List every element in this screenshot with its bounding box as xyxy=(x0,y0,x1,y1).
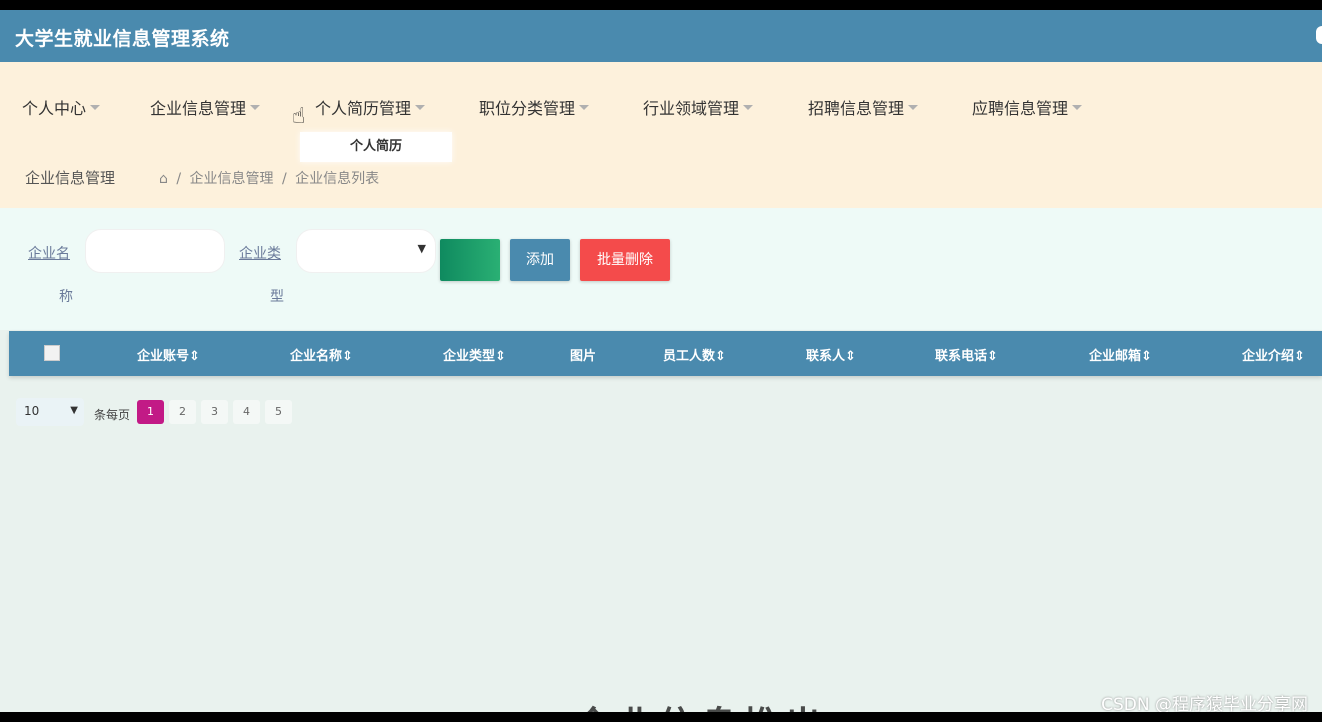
nav-item-industry[interactable]: 行业领域管理 xyxy=(643,95,754,119)
sort-icon: ⇕ xyxy=(715,349,726,364)
column-company-name[interactable]: 企业名称⇕ xyxy=(290,345,353,364)
column-email[interactable]: 企业邮箱⇕ xyxy=(1089,345,1152,364)
sort-icon: ⇕ xyxy=(1294,349,1305,364)
caret-down-icon xyxy=(90,105,101,110)
sort-icon: ⇕ xyxy=(189,349,200,364)
column-image: 图片 xyxy=(570,349,597,364)
dropdown-item-resume[interactable]: 个人简历 xyxy=(300,132,452,162)
nav-item-label: 职位分类管理 xyxy=(479,99,576,118)
page-button-1[interactable]: 1 xyxy=(137,400,164,424)
column-company-account[interactable]: 企业账号⇕ xyxy=(137,345,200,364)
nav-item-label: 应聘信息管理 xyxy=(972,99,1069,118)
table-header: 企业账号⇕ 企业名称⇕ 企业类型⇕ 图片 员工人数⇕ 联系人⇕ 联系电话⇕ 企业… xyxy=(9,331,1322,376)
company-type-label: 企业类 xyxy=(239,246,281,262)
nav-item-company-info[interactable]: 企业信息管理 xyxy=(150,95,261,119)
nav-item-job-category[interactable]: 职位分类管理 xyxy=(479,95,590,119)
company-name-input[interactable] xyxy=(85,229,225,273)
page-button-5[interactable]: 5 xyxy=(265,400,292,424)
user-icon[interactable] xyxy=(1316,26,1322,44)
batch-delete-button[interactable]: 批量删除 xyxy=(580,239,670,281)
page-button-4[interactable]: 4 xyxy=(233,400,260,424)
select-all-checkbox[interactable] xyxy=(44,345,60,361)
chevron-down-icon: ▼ xyxy=(417,242,426,255)
home-icon[interactable]: ⌂ xyxy=(159,171,168,187)
per-page-label: 条每页 xyxy=(94,408,131,422)
nav-item-label: 企业信息管理 xyxy=(150,99,247,118)
caret-down-icon xyxy=(1072,105,1083,110)
nav-item-personal-center[interactable]: 个人中心 xyxy=(22,95,101,119)
search-button[interactable] xyxy=(440,239,500,281)
app-title: 大学生就业信息管理系统 xyxy=(15,28,230,50)
caret-down-icon xyxy=(908,105,919,110)
hand-cursor-icon: ☝ xyxy=(292,104,306,129)
sort-icon: ⇕ xyxy=(987,349,998,364)
sort-icon: ⇕ xyxy=(1141,349,1152,364)
page-button-3[interactable]: 3 xyxy=(201,400,228,424)
company-type-label-cont: 型 xyxy=(270,289,284,305)
nav-item-label: 行业领域管理 xyxy=(643,99,740,118)
column-employee-count[interactable]: 员工人数⇕ xyxy=(663,345,726,364)
watermark: CSDN @程序猿毕业分享网 xyxy=(1101,695,1308,712)
nav-item-label: 个人中心 xyxy=(22,99,87,118)
company-type-select[interactable]: ▼ xyxy=(296,229,436,273)
sort-icon: ⇕ xyxy=(845,349,856,364)
breadcrumb: ⌂ / 企业信息管理 / 企业信息列表 xyxy=(159,168,383,188)
nav-item-label: 招聘信息管理 xyxy=(808,99,905,118)
breadcrumb-separator: / xyxy=(281,171,287,187)
page-size-select[interactable]: 10 ▼ xyxy=(16,398,84,426)
breadcrumb-item-company[interactable]: 企业信息管理 xyxy=(190,171,274,187)
top-bar: 大学生就业信息管理系统 xyxy=(0,10,1322,62)
bottom-overlay-text: 企业信息推出 xyxy=(575,696,827,712)
page-button-2[interactable]: 2 xyxy=(169,400,196,424)
nav-item-recruitment[interactable]: 招聘信息管理 xyxy=(808,95,919,119)
caret-down-icon xyxy=(415,105,426,110)
sort-icon: ⇕ xyxy=(342,349,353,364)
nav-item-resume[interactable]: 个人简历管理 xyxy=(315,95,426,119)
caret-down-icon xyxy=(579,105,590,110)
column-intro[interactable]: 企业介绍⇕ xyxy=(1242,345,1305,364)
company-name-label: 企业名 xyxy=(28,246,70,262)
chevron-down-icon: ▼ xyxy=(70,405,78,416)
caret-down-icon xyxy=(250,105,261,110)
nav-item-application[interactable]: 应聘信息管理 xyxy=(972,95,1083,119)
page-title: 企业信息管理 xyxy=(25,169,116,187)
column-company-type[interactable]: 企业类型⇕ xyxy=(443,345,506,364)
column-phone[interactable]: 联系电话⇕ xyxy=(935,345,998,364)
nav-item-label: 个人简历管理 xyxy=(315,99,412,118)
breadcrumb-item-list: 企业信息列表 xyxy=(295,171,380,187)
breadcrumb-separator: / xyxy=(176,171,182,187)
add-button[interactable]: 添加 xyxy=(510,239,570,281)
caret-down-icon xyxy=(743,105,754,110)
company-name-label-cont: 称 xyxy=(59,289,73,305)
column-contact[interactable]: 联系人⇕ xyxy=(806,345,856,364)
sort-icon: ⇕ xyxy=(495,349,506,364)
app-window: 大学生就业信息管理系统 个人中心 企业信息管理 个人简历管理 职位分类管理 行业… xyxy=(0,10,1322,712)
